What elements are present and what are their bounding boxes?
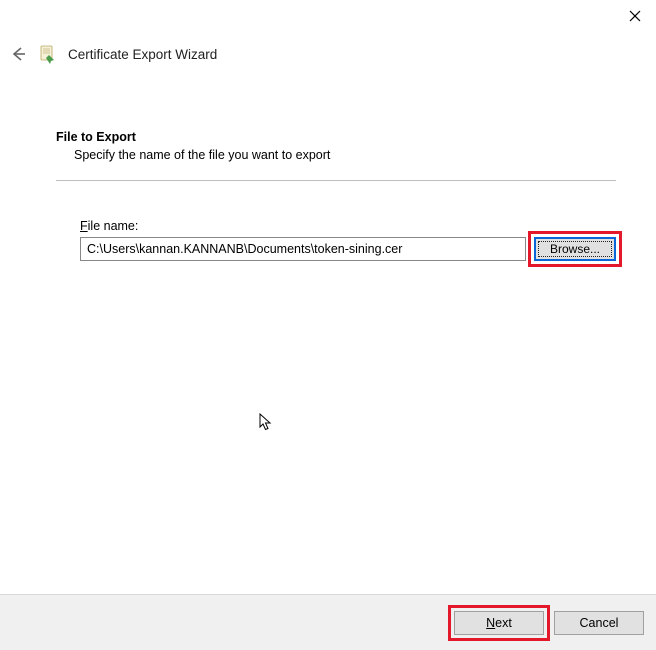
wizard-content: File to Export Specify the name of the f… (0, 72, 656, 261)
close-icon[interactable] (628, 9, 642, 23)
next-button-hotkey: N (486, 616, 495, 630)
section-subtext: Specify the name of the file you want to… (56, 148, 616, 162)
file-name-input[interactable] (80, 237, 526, 261)
wizard-footer: Next Cancel (0, 594, 656, 650)
titlebar (0, 0, 656, 32)
mouse-cursor-icon (259, 413, 273, 433)
cancel-button[interactable]: Cancel (554, 611, 644, 635)
wizard-header: Certificate Export Wizard (0, 32, 656, 72)
cancel-button-label: Cancel (580, 616, 619, 630)
next-button-highlight-wrap: Next (454, 611, 544, 635)
file-name-label: File name: (80, 219, 616, 233)
certificate-icon (38, 44, 58, 64)
file-name-label-rest: ile name: (88, 219, 139, 233)
next-button[interactable]: Next (454, 611, 544, 635)
next-button-rest: ext (495, 616, 512, 630)
section-heading: File to Export (56, 130, 616, 144)
browse-button[interactable]: Browse... (534, 237, 616, 261)
wizard-title: Certificate Export Wizard (68, 47, 217, 62)
browse-button-highlight-wrap: Browse... (534, 237, 616, 261)
divider (56, 180, 616, 181)
back-arrow-icon[interactable] (8, 44, 28, 64)
file-name-label-hotkey: F (80, 219, 88, 233)
browse-button-label: Browse... (550, 242, 600, 256)
file-field-area: File name: Browse... (56, 219, 616, 261)
